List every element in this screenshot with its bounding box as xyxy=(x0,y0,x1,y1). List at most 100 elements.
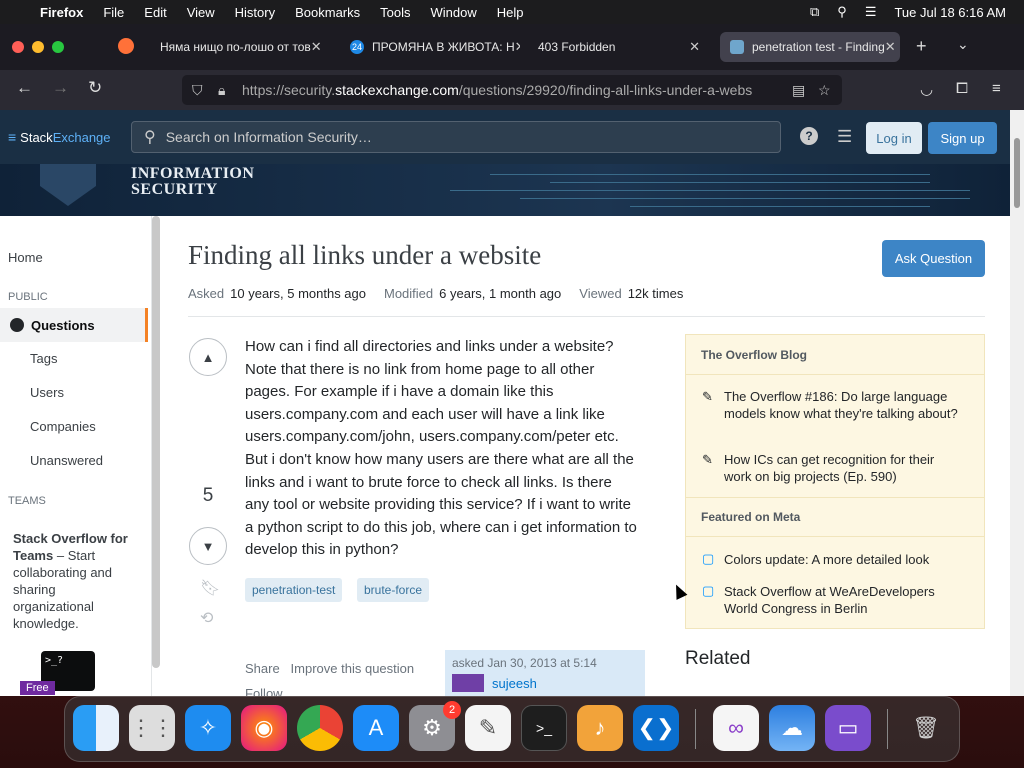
vscode-icon[interactable]: ❮❯ xyxy=(633,705,679,751)
meta-item[interactable]: Colors update: A more detailed look xyxy=(724,551,964,568)
menu-window[interactable]: Window xyxy=(431,5,477,20)
pencil-icon: ✎ xyxy=(702,389,713,404)
app-menu[interactable]: Firefox xyxy=(40,5,83,20)
tag-brute-force[interactable]: brute-force xyxy=(357,578,430,602)
trash-icon[interactable]: 🗑︎ xyxy=(903,705,949,751)
macos-dock: ⋮⋮ ✧ ◉ A ⚙ 2 ✎ >_ ♪ ❮❯ ∞ ☁ ▭ 🗑︎ xyxy=(64,696,960,762)
app-menu-icon[interactable]: ≡ xyxy=(992,80,1001,97)
tab-2[interactable]: 24 ПРОМЯНА В ЖИВОТА: Н✕ xyxy=(340,32,520,62)
tab-2-label: ПРОМЯНА В ЖИВОТА: Н xyxy=(372,40,515,54)
extensions-icon[interactable]: ⧠ xyxy=(956,80,968,97)
question-title[interactable]: Finding all links under a website xyxy=(188,240,541,271)
visual-studio-icon[interactable]: ∞ xyxy=(713,705,759,751)
address-bar[interactable]: ⛉ 🔒︎ https://security.stackexchange.com/… xyxy=(182,75,842,105)
blog-item[interactable]: How ICs can get recognition for their wo… xyxy=(724,451,964,485)
close-tab-icon[interactable]: ✕ xyxy=(689,39,700,55)
site-switcher-icon[interactable]: ☰ xyxy=(837,127,852,147)
asked-label: Asked xyxy=(188,286,225,301)
meta-item[interactable]: Stack Overflow at WeAreDevelopers World … xyxy=(724,583,964,617)
finder-icon[interactable] xyxy=(73,705,119,751)
modified-value[interactable]: 6 years, 1 month ago xyxy=(439,286,561,301)
tag-penetration-test[interactable]: penetration-test xyxy=(245,578,343,602)
textedit-icon[interactable]: ✎ xyxy=(465,705,511,751)
sidebar-item-questions[interactable]: Questions xyxy=(0,308,148,342)
garageband-icon[interactable]: ♪ xyxy=(577,705,623,751)
modified-label: Modified xyxy=(384,286,434,301)
tab-1[interactable]: Няма нищо по-лошо от тов ✕ xyxy=(150,32,330,62)
control-center-icon[interactable]: ☰ xyxy=(865,4,877,20)
teams-promo: Stack Overflow for Teams – Start collabo… xyxy=(13,531,128,631)
terminal-icon[interactable]: >_ xyxy=(521,705,567,751)
menu-edit[interactable]: Edit xyxy=(144,5,166,20)
weather-icon[interactable]: ☁ xyxy=(769,705,815,751)
bookmark-star-icon[interactable]: ☆ xyxy=(818,82,831,99)
menu-file[interactable]: File xyxy=(103,5,124,20)
zoom-window-button[interactable] xyxy=(52,41,64,53)
pocket-icon[interactable]: ◡ xyxy=(920,80,933,98)
page-scrollbar[interactable] xyxy=(1010,110,1024,696)
signup-button[interactable]: Sign up xyxy=(928,122,997,154)
menu-tools[interactable]: Tools xyxy=(380,5,410,20)
safari-icon[interactable]: ✧ xyxy=(185,705,231,751)
improve-question-link[interactable]: Improve this question xyxy=(291,661,415,676)
login-button[interactable]: Log in xyxy=(866,122,922,154)
question-body: How can i find all directories and links… xyxy=(245,338,637,559)
tracking-protection-icon[interactable]: ⛉ xyxy=(192,82,203,99)
page-scrollbar-thumb[interactable] xyxy=(1014,138,1020,208)
close-tab-icon[interactable]: ✕ xyxy=(311,39,322,55)
firefox-icon[interactable]: ◉ xyxy=(241,705,287,751)
sidebar-item-unanswered[interactable]: Unanswered xyxy=(30,453,103,468)
ask-question-button[interactable]: Ask Question xyxy=(882,240,985,277)
simulator-icon[interactable]: ▭ xyxy=(825,705,871,751)
logo-text-a: Stack xyxy=(20,129,53,145)
menu-help[interactable]: Help xyxy=(497,5,524,20)
sidebar-item-tags[interactable]: Tags xyxy=(30,351,57,366)
sidebar-scrollbar[interactable] xyxy=(152,216,160,668)
upvote-button[interactable]: ▲ xyxy=(189,338,227,376)
sidebar-item-home[interactable]: Home xyxy=(8,250,43,265)
asked-value[interactable]: 10 years, 5 months ago xyxy=(230,286,366,301)
user-name-link[interactable]: sujeesh xyxy=(492,676,537,691)
sidebar-item-companies[interactable]: Companies xyxy=(30,419,96,434)
blog-item[interactable]: The Overflow #186: Do large language mod… xyxy=(724,388,964,422)
screen-mirroring-icon[interactable]: ⧉ xyxy=(810,4,819,20)
forward-icon[interactable]: → xyxy=(52,78,69,98)
back-icon[interactable]: ← xyxy=(16,78,33,98)
list-tabs-icon[interactable]: ⌄ xyxy=(957,36,969,53)
chrome-icon[interactable] xyxy=(297,705,343,751)
spotlight-search-icon[interactable]: ⚲ xyxy=(837,4,847,20)
firefox-view-icon[interactable] xyxy=(118,38,134,54)
menu-view[interactable]: View xyxy=(187,5,215,20)
app-store-icon[interactable]: A xyxy=(353,705,399,751)
close-tab-icon[interactable]: ✕ xyxy=(885,39,896,55)
menu-bookmarks[interactable]: Bookmarks xyxy=(295,5,360,20)
tab-active[interactable]: penetration test - Finding ✕ xyxy=(720,32,900,62)
menu-history[interactable]: History xyxy=(235,5,275,20)
sidebar-item-users[interactable]: Users xyxy=(30,385,64,400)
free-badge: Free xyxy=(20,681,55,695)
asker-card: asked Jan 30, 2013 at 5:14 sujeesh xyxy=(445,650,645,696)
site-title[interactable]: INFORMATION SECURITY xyxy=(131,166,254,198)
downvote-arrow-icon: ▼ xyxy=(201,538,215,554)
stackexchange-logo[interactable]: ≡ Stack Exchange xyxy=(8,129,111,145)
help-icon[interactable]: ? xyxy=(800,127,818,145)
close-tab-icon[interactable]: ✕ xyxy=(515,39,520,55)
user-avatar[interactable] xyxy=(452,674,484,692)
reload-icon[interactable]: ↻ xyxy=(88,78,102,98)
reader-view-icon[interactable]: ▤ xyxy=(792,82,805,99)
new-tab-icon[interactable]: + xyxy=(916,36,927,57)
close-window-button[interactable] xyxy=(12,41,24,53)
follow-link[interactable]: Follow xyxy=(245,686,283,696)
globe-icon xyxy=(10,318,24,332)
launchpad-icon[interactable]: ⋮⋮ xyxy=(129,705,175,751)
share-link[interactable]: Share xyxy=(245,661,280,676)
lock-icon[interactable]: 🔒︎ xyxy=(218,82,225,99)
history-icon[interactable]: ⟲ xyxy=(200,608,213,628)
search-input[interactable]: ⚲ Search on Information Security… xyxy=(131,121,781,153)
tab-3[interactable]: 403 Forbidden ✕ xyxy=(528,32,710,62)
downvote-button[interactable]: ▼ xyxy=(189,527,227,565)
menubar-clock[interactable]: Tue Jul 18 6:16 AM xyxy=(894,5,1006,20)
dock-divider xyxy=(695,709,696,749)
minimize-window-button[interactable] xyxy=(32,41,44,53)
bookmark-icon[interactable]: 🔖︎ xyxy=(200,578,220,598)
